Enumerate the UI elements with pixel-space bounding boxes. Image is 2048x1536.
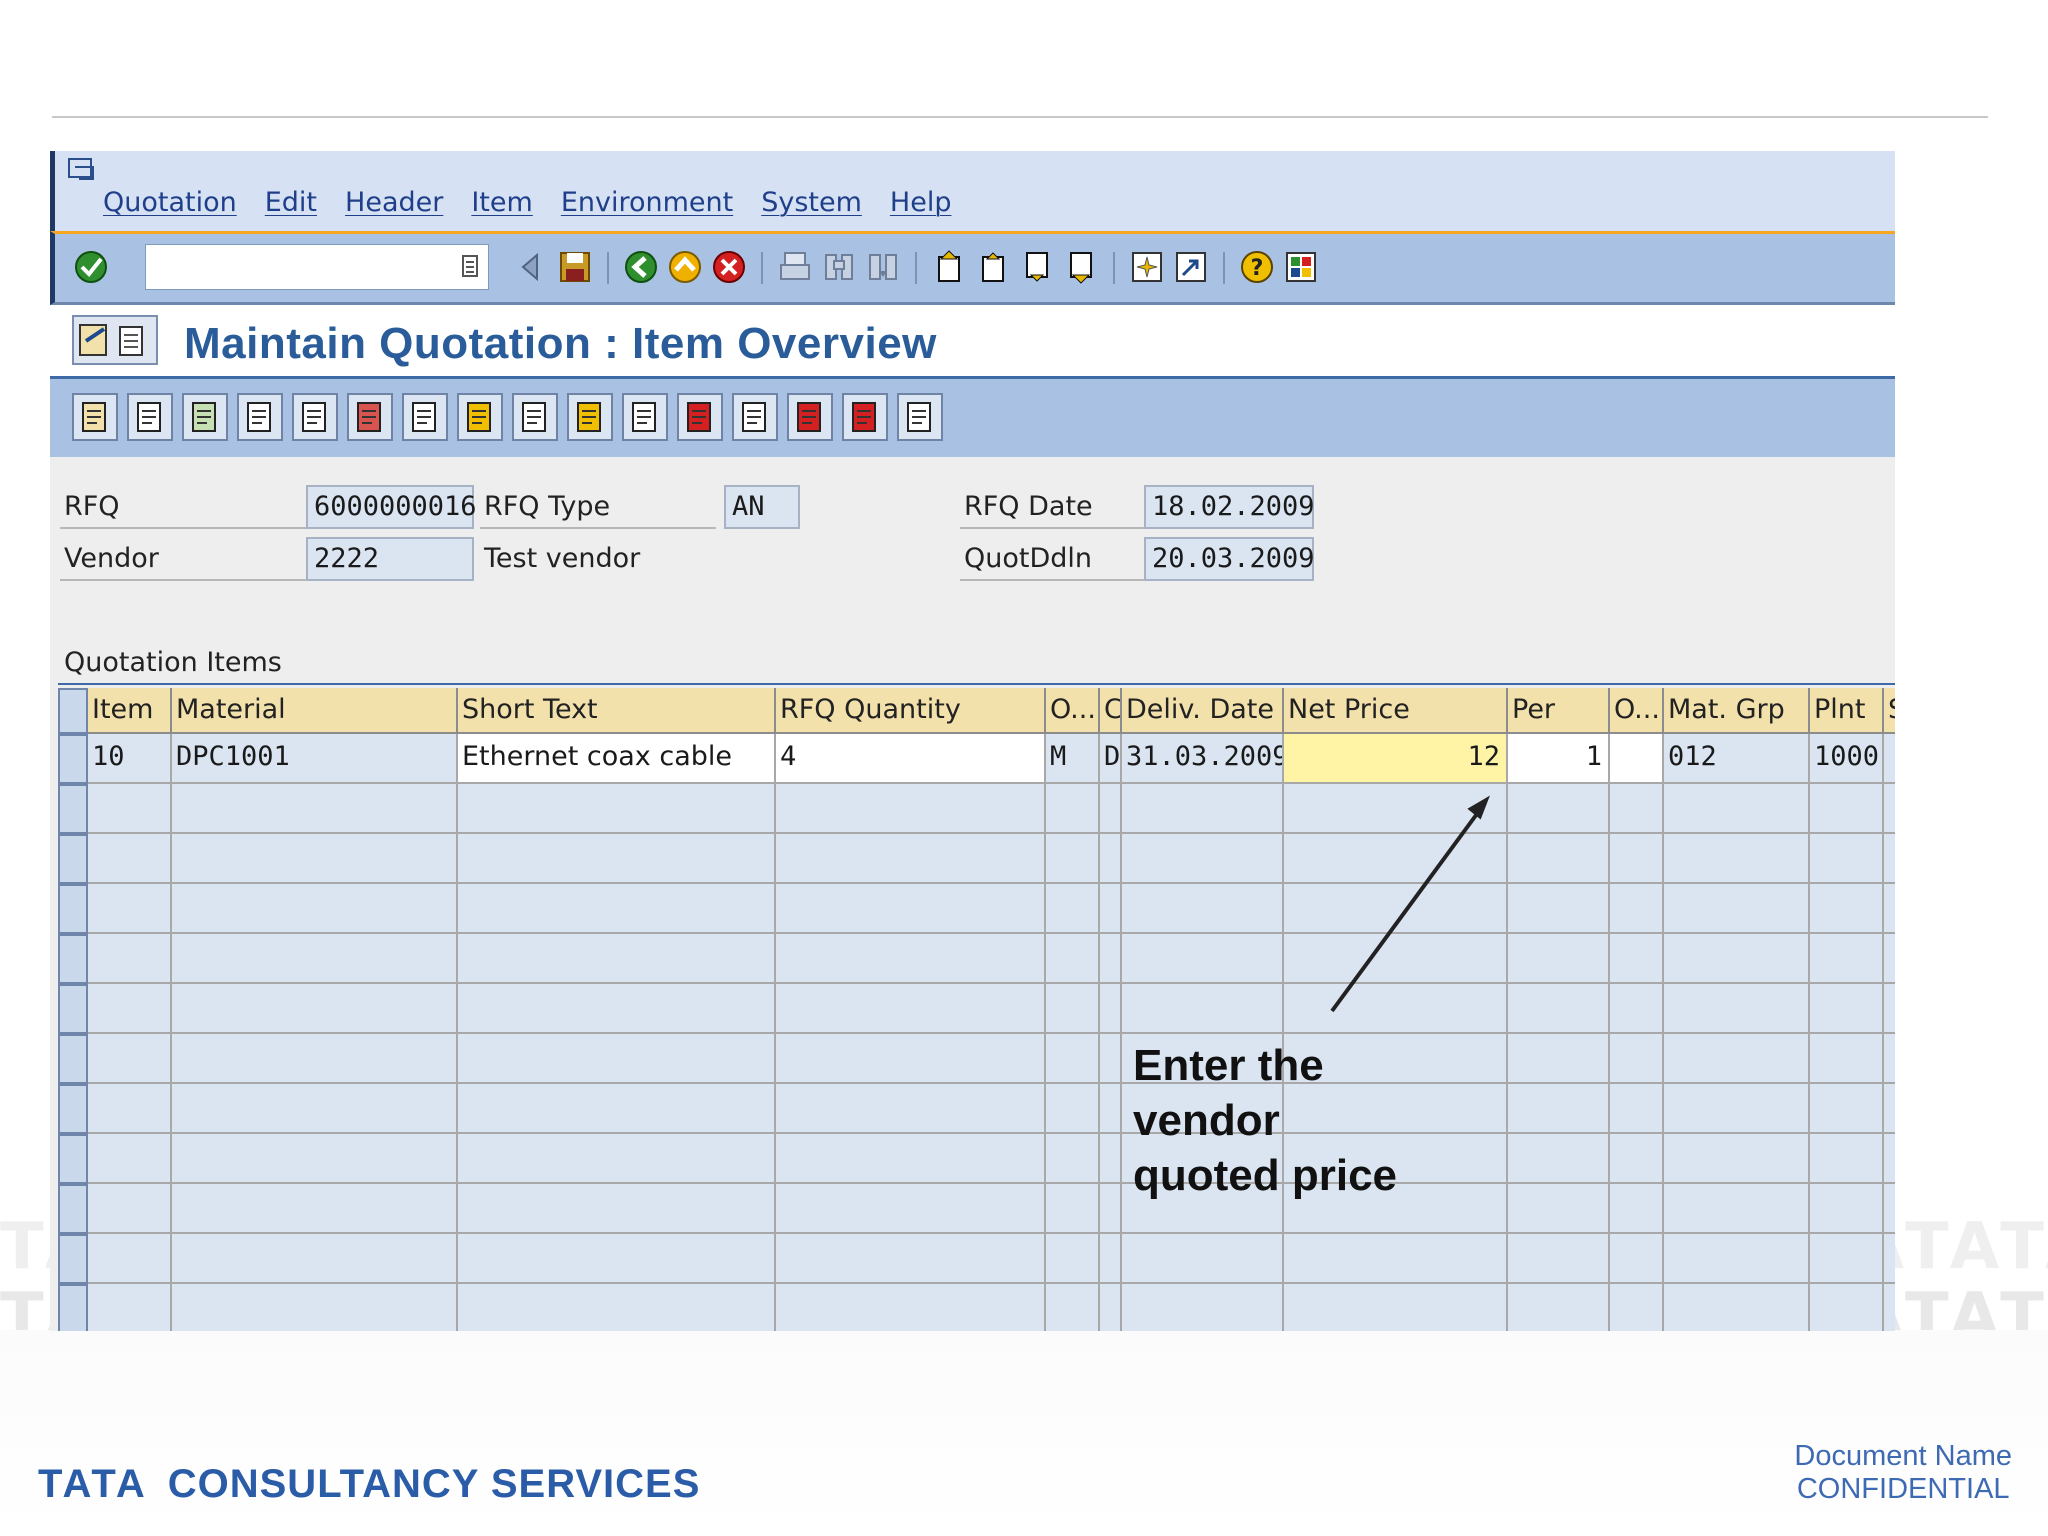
sap-window: Quotation Edit Header Item Environment S… xyxy=(50,151,1895,1331)
logo-tata: TATA xyxy=(38,1462,148,1506)
annotation-callout: Enter the vendor quoted price xyxy=(1133,1038,1397,1203)
confidential-label: CONFIDENTIAL xyxy=(1796,1473,2010,1505)
annotation-line-3: quoted price xyxy=(1133,1151,1398,1200)
document-name: Document Name xyxy=(1794,1440,2012,1472)
annotation-line-2: vendor xyxy=(1133,1096,1280,1145)
document-footer: Document Name CONFIDENTIAL xyxy=(1794,1440,2012,1506)
annotation-arrow xyxy=(1330,795,1490,1013)
logo-consultancy-services: CONSULTANCY SERVICES xyxy=(167,1462,701,1506)
tcs-logo: TATA CONSULTANCY SERVICES xyxy=(38,1462,700,1507)
top-divider xyxy=(52,116,1988,118)
annotation-line-1: Enter the xyxy=(1133,1041,1324,1090)
